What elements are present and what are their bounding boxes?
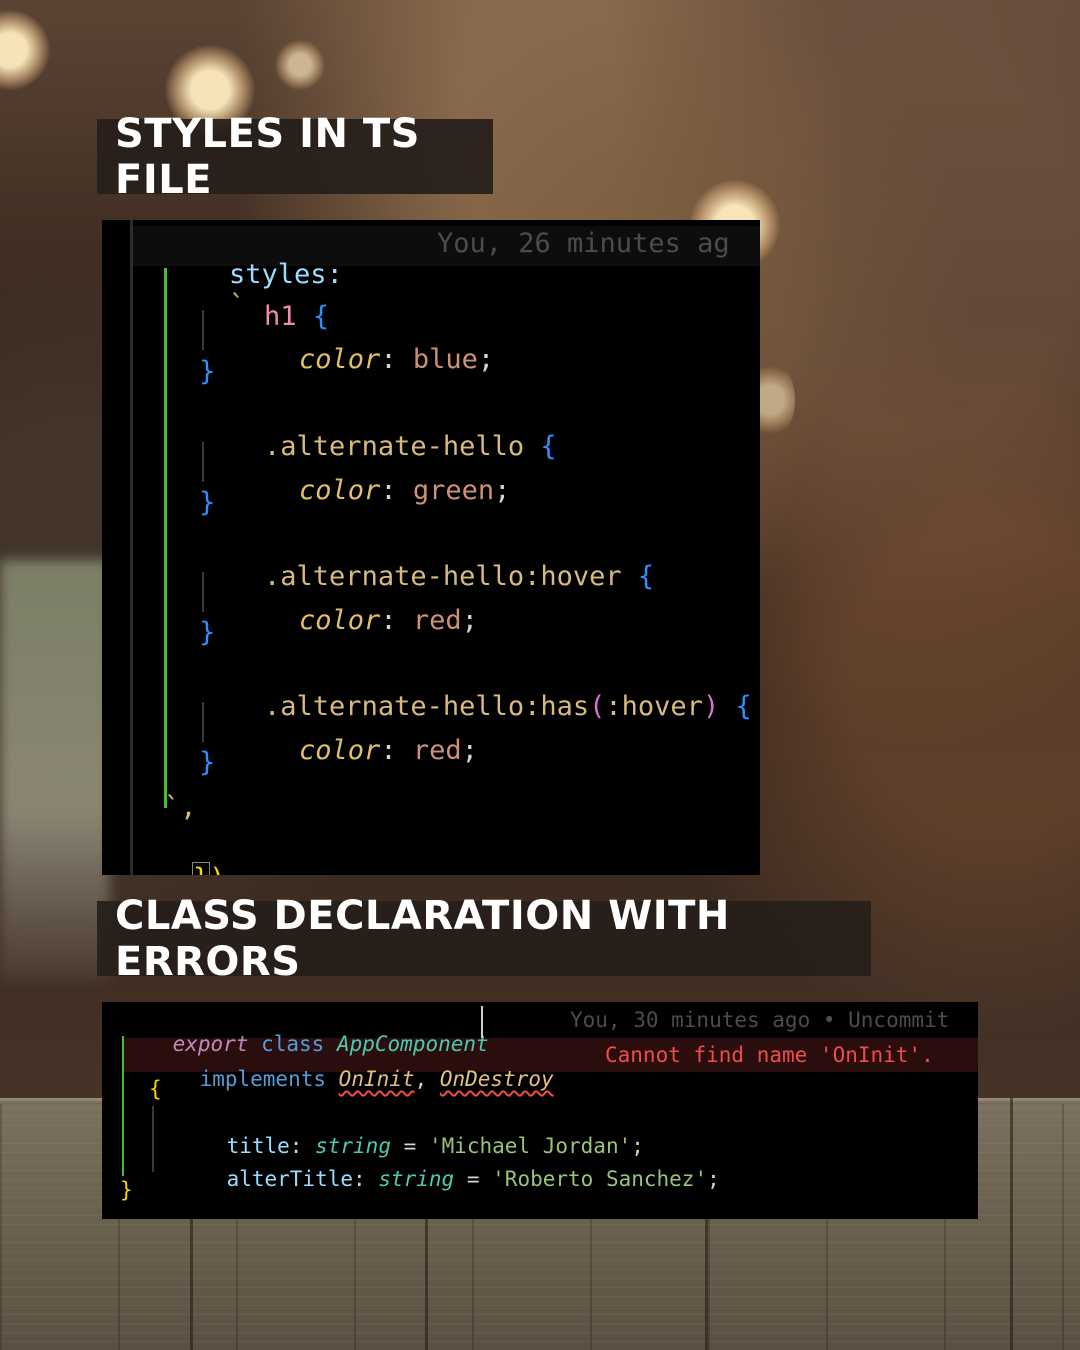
close-brace: } [199,747,216,778]
css-property: color [299,475,381,506]
semicolon: ; [477,344,495,375]
code-line: color: red; [234,574,478,667]
class-close-brace: } [120,1178,133,1202]
equals: = [466,1167,480,1191]
text-cursor [481,1006,483,1038]
css-value-red: red [412,735,462,766]
open-brace: { [735,691,752,722]
colon: : [380,344,397,375]
error-message: Cannot find name 'OnInit'. [605,1043,934,1067]
colon: : [380,475,397,506]
code-line: }) [128,832,226,875]
styles-code-panel: styles: ` You, 26 minutes ag h1 { color:… [102,220,760,875]
close-brace: } [199,617,216,648]
open-brace: { [637,561,655,592]
alter-title-property: alterTitle [226,1167,354,1191]
indent-guide [130,220,133,875]
semicolon: ; [461,735,478,766]
git-blame-annotation: You, 26 minutes ag [437,228,730,259]
table-plank-seam [1010,1098,1013,1350]
semicolon: ; [707,1167,720,1191]
close-brace: } [199,356,216,387]
code-line: alterTitle: string = 'Roberto Sanchez'; [176,1143,720,1215]
template-end: `, [164,792,197,823]
css-property: color [299,605,381,636]
css-property: color [299,344,381,375]
open-brace: { [540,431,557,462]
ondestroy-interface[interactable]: OnDestroy [440,1067,554,1091]
css-value-blue: blue [412,344,478,375]
string-type: string [378,1167,455,1191]
decorator-close-brace: } [192,862,211,875]
semicolon: ; [494,475,511,506]
comma: , [414,1067,428,1091]
styles-heading-text: STYLES IN TS FILE [115,110,420,203]
code-line: color: blue; [234,313,494,406]
has-inner-selector: :hover [605,691,703,722]
code-line: implements OnInit, OnDestroy [149,1043,554,1115]
oninit-interface[interactable]: OnInit [339,1067,415,1091]
paren-open: ( [589,691,606,722]
git-blame-annotation: You, 30 minutes ago • Uncommit [570,1008,950,1032]
code-line: color: green; [234,444,510,537]
colon: : [380,735,397,766]
class-code-panel: export class AppComponent You, 30 minute… [102,1002,978,1219]
class-heading-text: CLASS DECLARATION WITH ERRORS [115,892,730,985]
alter-title-value: 'Roberto Sanchez' [492,1167,708,1191]
css-value-green: green [412,475,495,506]
decorator-close-paren: ) [209,863,225,875]
implements-keyword: implements [199,1067,327,1091]
background-window-glow [0,560,110,980]
css-value-red: red [412,605,462,636]
semicolon: ; [461,605,478,636]
indent-guide [152,1106,154,1172]
colon: : [353,1167,366,1191]
class-declaration-heading: CLASS DECLARATION WITH ERRORS [97,893,871,985]
styles-heading: STYLES IN TS FILE [97,111,493,203]
bokeh-light [275,40,325,90]
code-line: color: red; [234,704,478,797]
colon: : [380,605,397,636]
close-brace: } [199,487,216,518]
css-property: color [299,735,381,766]
class-open-brace: { [149,1077,162,1101]
paren-close: ) [702,691,720,722]
